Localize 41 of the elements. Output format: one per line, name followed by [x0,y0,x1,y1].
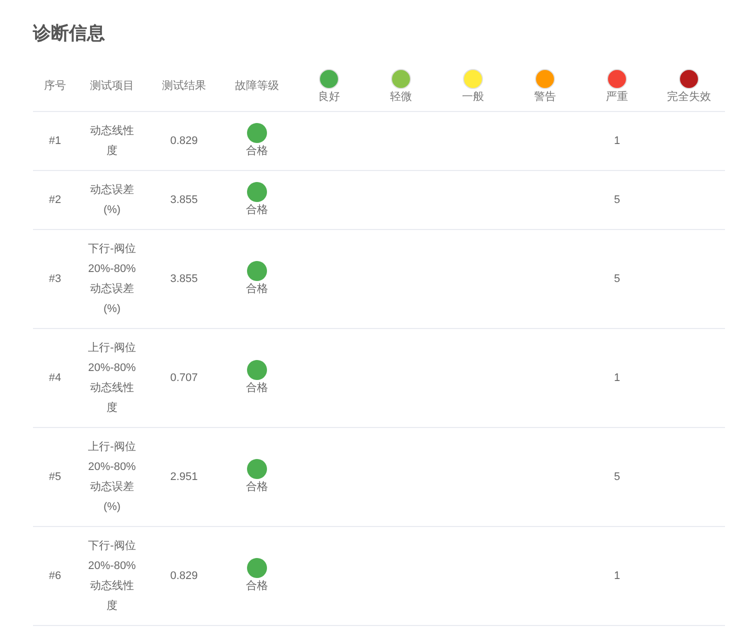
table-cell-text: #2 [48,193,62,208]
column-header: 故障等级 [234,78,280,94]
table-cell-text: 上行-阀位20%-80%动态误差(%) [87,440,137,515]
table-cell-text: 1 [614,569,620,584]
table-cell-text: 0.829 [169,134,199,149]
status-label: 合格 [246,480,268,495]
table-cell-text: 1 [614,134,620,149]
status-label: 合格 [246,203,268,218]
table-cell-text: 5 [614,470,620,485]
status-label: 合格 [246,144,268,159]
table-cell-text: 下行-阀位20%-80%动态线性度 [87,539,137,614]
table-cell-text: 0.707 [169,371,199,386]
column-header: 测试项目 [89,79,135,94]
column-header: 警告 [534,90,556,104]
status-label: 合格 [246,579,268,594]
status-label: 合格 [246,282,268,297]
table-cell-text: #3 [48,272,62,287]
column-header: 严重 [606,90,628,104]
column-header: 序号 [43,78,67,94]
table-cell-text: 上行-阀位20%-80%动态线性度 [87,341,137,416]
table-cell-text: #6 [48,569,62,584]
table-cell-text: 5 [614,272,620,287]
table-cell-text: 5 [614,193,620,208]
table-cell-text: 下行-阀位20%-80%动态误差(%) [87,242,137,317]
section-title: 诊断信息 [33,22,106,45]
table-cell-text: 3.855 [169,272,199,287]
column-header: 良好 [318,90,340,104]
table-cell-text: 动态线性度 [89,124,135,159]
column-header: 一般 [462,90,484,104]
status-label: 合格 [246,381,268,396]
table-cell-text: 0.829 [169,569,199,584]
column-header: 完全失效 [667,90,711,104]
table-cell-text: 3.855 [169,193,199,208]
table-cell-text: 2.951 [169,470,199,485]
column-header: 轻微 [390,90,412,104]
table-cell-text: #4 [48,371,62,386]
table-cell-text: 动态误差(%) [89,182,135,218]
table-cell-text: 1 [614,371,620,386]
column-header: 测试结果 [161,79,207,94]
table-cell-text: #5 [48,470,62,485]
table-cell-text: #1 [48,134,62,149]
